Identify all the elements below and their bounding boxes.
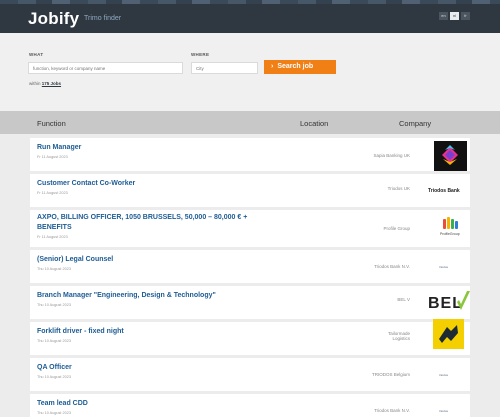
- header-decor-strip: [0, 0, 500, 4]
- job-title-line2: BENEFITS: [37, 224, 72, 231]
- where-label: WHERE: [191, 52, 210, 57]
- company-logo-tailormade[interactable]: [433, 319, 464, 349]
- column-company: Company: [399, 119, 432, 128]
- search-job-button[interactable]: › Search job: [264, 60, 336, 74]
- job-row[interactable]: Branch Manager "Engineering, Design & Te…: [30, 286, 470, 319]
- profile-group-logo-text: ProfileGroup: [440, 232, 460, 236]
- job-company: Triodos Bank N.V.: [374, 408, 410, 413]
- job-title-link[interactable]: (Senior) Legal Counsel: [37, 255, 113, 265]
- job-row[interactable]: Forklift driver - fixed night Thu 10 Aug…: [30, 319, 470, 355]
- column-function: Function: [37, 119, 66, 128]
- job-title-link[interactable]: Customer Contact Co-Worker: [37, 179, 135, 189]
- company-logo-bel-v[interactable]: BEL: [428, 289, 470, 317]
- company-logo-triodos-bank[interactable]: triodos: [434, 397, 467, 417]
- job-row[interactable]: Team lead CDD Thu 10 August 2023 Triodos…: [30, 394, 470, 417]
- language-nl-button[interactable]: nl: [450, 12, 459, 20]
- job-date: Fr 11 August 2023: [37, 191, 68, 195]
- site-logo[interactable]: Jobify: [28, 9, 79, 29]
- job-company: TRIODOS Belgium: [371, 372, 410, 377]
- job-date: Thu 10 August 2023: [37, 339, 71, 343]
- company-logo-triodos-small[interactable]: triodos: [434, 253, 467, 281]
- table-header: Function Location Company: [0, 111, 500, 134]
- triodos-bank-small-logo-text: triodos: [439, 409, 449, 413]
- job-row[interactable]: QA Officer Thu 10 August 2023 TRIODOS Be…: [30, 358, 470, 391]
- job-company: Profile Group: [383, 226, 410, 231]
- search-button-label: Search job: [277, 63, 314, 70]
- triodos-small-logo-text: triodos: [439, 265, 449, 269]
- job-company: Triodos Bank N.V.: [374, 264, 410, 269]
- company-logo-sapia[interactable]: [434, 141, 467, 171]
- job-title-link[interactable]: Team lead CDD: [37, 399, 88, 409]
- company-logo-triodos[interactable]: Triodos Bank: [428, 177, 467, 205]
- company-logo-profile-group[interactable]: ProfileGroup: [434, 215, 467, 243]
- job-date: Thu 10 August 2023: [37, 303, 71, 307]
- tailormade-logo-icon: [433, 319, 464, 349]
- job-row[interactable]: Run Manager Fr 11 August 2023 Sapia Bank…: [30, 138, 470, 171]
- job-row[interactable]: AXPO, BILLING OFFICER, 1050 BRUSSELS, 50…: [30, 210, 470, 247]
- site-tagline: Trimo finder: [84, 15, 122, 22]
- company-logo-triodos-belgium[interactable]: triodos: [434, 361, 467, 389]
- job-title-link[interactable]: Branch Manager "Engineering, Design & Te…: [37, 291, 216, 301]
- job-title-link[interactable]: AXPO, BILLING OFFICER, 1050 BRUSSELS, 50…: [37, 213, 247, 233]
- where-input[interactable]: [191, 62, 258, 74]
- job-date: Thu 10 August 2023: [37, 411, 71, 415]
- job-company: BEL V: [397, 297, 410, 302]
- triodos-belgium-logo-text: triodos: [439, 373, 449, 377]
- job-count: within 175 Jobs: [29, 81, 61, 86]
- sapia-logo-icon: [434, 141, 467, 171]
- job-date: Thu 10 August 2023: [37, 267, 71, 271]
- chevron-right-icon: ›: [271, 63, 274, 70]
- top-header: Jobify Trimo finder en nl fr: [0, 0, 500, 33]
- job-count-link[interactable]: 175 Jobs: [42, 81, 61, 86]
- job-title-link[interactable]: QA Officer: [37, 363, 72, 373]
- job-date: Thu 10 August 2023: [37, 375, 71, 379]
- job-title-line1: AXPO, BILLING OFFICER, 1050 BRUSSELS, 50…: [37, 214, 248, 221]
- job-company: Sapia Banking UK: [373, 153, 410, 158]
- job-row[interactable]: (Senior) Legal Counsel Thu 10 August 202…: [30, 250, 470, 283]
- column-location: Location: [300, 119, 329, 128]
- job-title-link[interactable]: Run Manager: [37, 143, 81, 153]
- language-en-button[interactable]: en: [439, 12, 448, 20]
- search-panel: WHAT WHERE ›Search job within 175 Jobs: [0, 33, 500, 111]
- job-count-prefix: within: [29, 81, 41, 86]
- what-label: WHAT: [29, 52, 44, 57]
- job-row[interactable]: Customer Contact Co-Worker Fr 11 August …: [30, 174, 470, 207]
- job-date: Fr 11 August 2023: [37, 155, 68, 159]
- job-company-line2: Logistics: [392, 336, 410, 341]
- job-date: Fr 11 August 2023: [37, 235, 68, 239]
- language-fr-button[interactable]: fr: [461, 12, 470, 20]
- triodos-bank-logo-text: Triodos Bank: [428, 188, 460, 194]
- job-company: Tailormade Logistics: [388, 331, 410, 341]
- job-title-link[interactable]: Forklift driver - fixed night: [37, 327, 124, 337]
- job-company: Triodos UK: [387, 186, 410, 191]
- what-input[interactable]: [28, 62, 183, 74]
- checkmark-icon: [457, 291, 470, 310]
